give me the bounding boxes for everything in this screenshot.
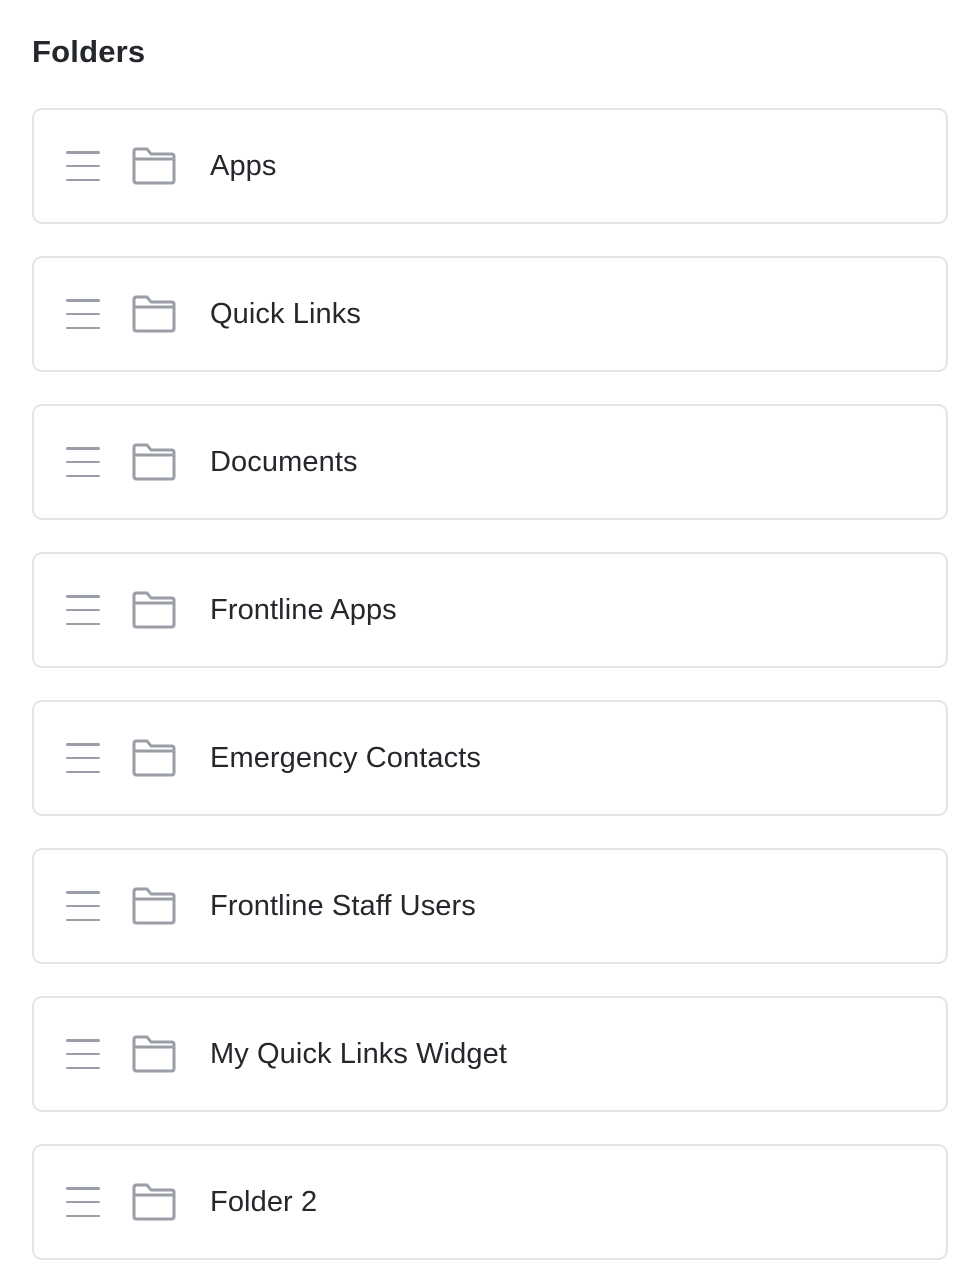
folder-name: Emergency Contacts <box>210 741 481 774</box>
folder-row-frontline-apps[interactable]: Frontline Apps <box>32 552 948 668</box>
folder-icon <box>131 738 177 778</box>
folder-icon <box>131 886 177 926</box>
drag-handle-icon[interactable] <box>66 1039 100 1069</box>
folder-icon <box>131 442 177 482</box>
drag-handle-icon[interactable] <box>66 1187 100 1217</box>
page-title: Folders <box>32 34 146 69</box>
drag-handle-icon[interactable] <box>66 447 100 477</box>
folder-row-frontline-staff-users[interactable]: Frontline Staff Users <box>32 848 948 964</box>
folder-name: My Quick Links Widget <box>210 1037 508 1070</box>
folder-row-quick-links[interactable]: Quick Links <box>32 256 948 372</box>
folders-page: Folders Apps Quick Links Documents Front… <box>0 0 978 1284</box>
folder-icon <box>131 1034 177 1074</box>
folder-icon <box>131 146 177 186</box>
folder-row-documents[interactable]: Documents <box>32 404 948 520</box>
drag-handle-icon[interactable] <box>66 743 100 773</box>
drag-handle-icon[interactable] <box>66 595 100 625</box>
folder-icon <box>131 294 177 334</box>
folder-icon <box>131 1182 177 1222</box>
folder-row-apps[interactable]: Apps <box>32 108 948 224</box>
folder-name: Apps <box>210 149 277 182</box>
drag-handle-icon[interactable] <box>66 299 100 329</box>
folder-name: Quick Links <box>210 297 361 330</box>
folder-name: Frontline Apps <box>210 593 397 626</box>
folder-icon <box>131 590 177 630</box>
folder-name: Folder 2 <box>210 1185 318 1218</box>
drag-handle-icon[interactable] <box>66 891 100 921</box>
folder-name: Frontline Staff Users <box>210 889 476 922</box>
folder-row-folder-2[interactable]: Folder 2 <box>32 1144 948 1260</box>
folder-row-emergency-contacts[interactable]: Emergency Contacts <box>32 700 948 816</box>
drag-handle-icon[interactable] <box>66 151 100 181</box>
folder-list: Apps Quick Links Documents Frontline App… <box>32 108 948 1284</box>
folder-name: Documents <box>210 445 358 478</box>
folder-row-my-quick-links-widget[interactable]: My Quick Links Widget <box>32 996 948 1112</box>
